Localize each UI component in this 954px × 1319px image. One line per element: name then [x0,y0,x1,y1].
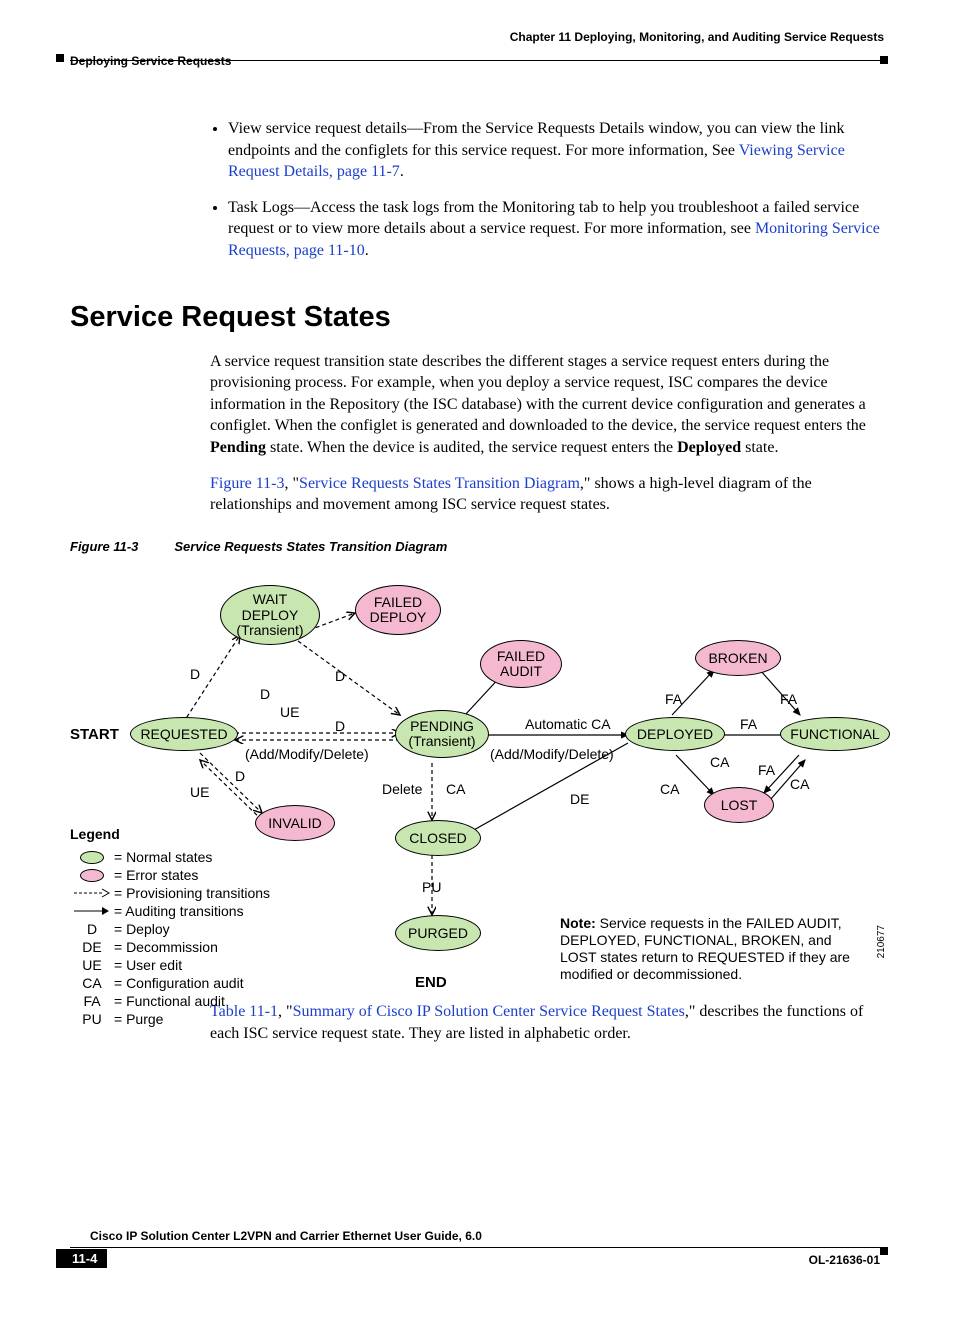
legend-row: UE= User edit [70,956,270,974]
body-text: . [365,242,369,259]
legend: Legend = Normal states = Error states = … [70,825,270,1028]
edge-label: CA [710,753,729,772]
edge-label: PU [422,878,441,897]
bullet-list: View service request details—From the Se… [210,118,884,262]
edge-label: D [335,667,345,686]
figure-number: Figure 11-3 [70,539,138,554]
legend-title: Legend [70,825,270,844]
start-label: START [70,725,119,745]
state-functional: FUNCTIONAL [780,717,890,751]
state-broken: BROKEN [695,640,781,676]
legend-row: = Normal states [70,848,270,866]
paragraph: Figure 11-3, "Service Requests States Tr… [210,473,884,516]
legend-row: CA= Configuration audit [70,974,270,992]
edge-label: (Add/Modify/Delete) [245,745,369,764]
state-closed: CLOSED [395,820,481,856]
state-pending: PENDING (Transient) [395,710,489,758]
header-marker-left [56,54,64,62]
state-failed-audit: FAILED AUDIT [480,640,562,688]
edge-label: CA [446,780,465,799]
diagram-note: Note: Service requests in the FAILED AUD… [560,915,860,982]
state-purged: PURGED [395,915,481,951]
link-figure-11-3[interactable]: Figure 11-3 [210,475,285,492]
figure-id: 210677 [875,925,889,958]
state-diagram: START END WAIT DEPLOY (Transient) FAILED… [70,565,884,995]
note-label: Note: [560,915,596,931]
footer-doc-title: Cisco IP Solution Center L2VPN and Carri… [90,1229,482,1243]
edge-label: (Add/Modify/Delete) [490,745,614,764]
page-header: Chapter 11 Deploying, Monitoring, and Au… [70,30,884,78]
legend-row: PU= Purge [70,1010,270,1028]
paragraph: Table 11-1, "Summary of Cisco IP Solutio… [210,1001,884,1044]
page-footer: Cisco IP Solution Center L2VPN and Carri… [70,1229,884,1289]
legend-row: D= Deploy [70,920,270,938]
header-marker-right [880,56,888,64]
edge-label: D [235,767,245,786]
note-text: Service requests in the FAILED AUDIT, DE… [560,915,850,981]
term-deployed: Deployed [677,439,741,456]
edge-label: FA [758,761,775,780]
term-pending: Pending [210,439,266,456]
edge-label: DE [570,790,589,809]
edge-label: FA [780,690,797,709]
edge-label: D [260,685,270,704]
bullet-item: Task Logs—Access the task logs from the … [228,197,884,262]
chapter-title: Chapter 11 Deploying, Monitoring, and Au… [510,30,884,44]
edge-label: Delete [382,780,422,799]
legend-row: = Provisioning transitions [70,884,270,902]
section-title: Deploying Service Requests [70,54,231,68]
end-label: END [415,973,447,993]
state-requested: REQUESTED [130,717,238,751]
body-text: state. When the device is audited, the s… [266,439,677,456]
page-number-badge: 11-4 [56,1249,107,1268]
edge-label: UE [280,703,299,722]
body-text: . [400,163,404,180]
state-wait-deploy: WAIT DEPLOY (Transient) [220,585,320,645]
edge-label: CA [660,780,679,799]
legend-row: DE= Decommission [70,938,270,956]
heading-service-request-states: Service Request States [70,298,884,337]
edge-label: FA [665,690,682,709]
edge-label: UE [190,783,209,802]
legend-row: FA= Functional audit [70,992,270,1010]
edge-label: D [335,717,345,736]
figure-caption: Figure 11-3 Service Requests States Trans… [70,538,884,556]
state-failed-deploy: FAILED DEPLOY [355,585,441,635]
body-text: state. [741,439,778,456]
body-text: , " [285,475,300,492]
legend-row: = Auditing transitions [70,902,270,920]
paragraph: A service request transition state descr… [210,351,884,459]
bullet-item: View service request details—From the Se… [228,118,884,183]
link-figure-title[interactable]: Service Requests States Transition Diagr… [299,475,580,492]
footer-doc-id: OL-21636-01 [809,1253,880,1267]
edge-label: CA [790,775,809,794]
edge-label: FA [740,715,757,734]
state-deployed: DEPLOYED [625,717,725,751]
legend-row: = Error states [70,866,270,884]
footer-marker [880,1247,888,1255]
state-lost: LOST [704,787,774,823]
body-text: A service request transition state descr… [210,353,866,435]
body-text: , " [278,1003,293,1020]
edge-label: Automatic CA [525,715,611,734]
link-table-title[interactable]: Summary of Cisco IP Solution Center Serv… [293,1003,685,1020]
figure-title: Service Requests States Transition Diagr… [174,539,447,554]
edge-label: D [190,665,200,684]
